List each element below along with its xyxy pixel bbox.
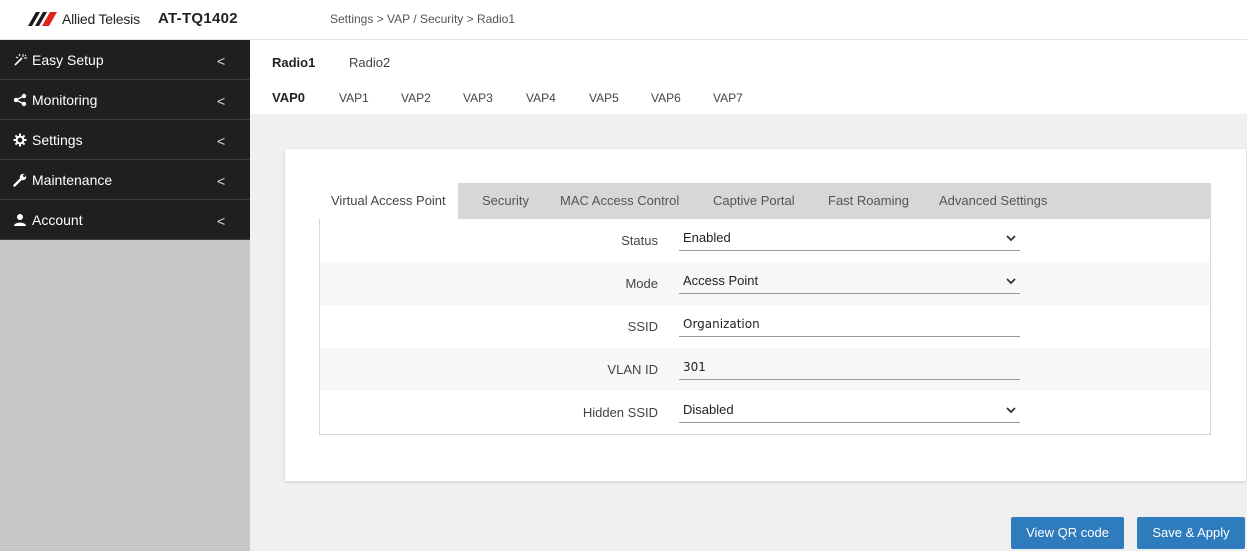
- hidden-ssid-select[interactable]: Disabled: [679, 397, 1020, 423]
- tab-vap1[interactable]: VAP1: [339, 91, 369, 105]
- status-select[interactable]: Enabled: [679, 225, 1020, 251]
- chevron-left-icon: <: [217, 133, 226, 149]
- sidebar-item-label: Monitoring: [32, 91, 98, 108]
- tab-vap3[interactable]: VAP3: [463, 91, 493, 105]
- ssid-row: SSID Organization: [320, 305, 1210, 348]
- hidden-ssid-label: Hidden SSID: [582, 405, 658, 420]
- sidebar-item-label: Settings: [32, 131, 83, 148]
- sidebar-item-account[interactable]: Account <: [0, 200, 250, 240]
- wrench-icon: [13, 173, 27, 187]
- tab-vap2[interactable]: VAP2: [401, 91, 431, 105]
- allied-telesis-logo: Allied Telesis: [28, 11, 140, 27]
- sidebar-item-settings[interactable]: Settings <: [0, 120, 250, 160]
- chevron-left-icon: <: [217, 53, 226, 69]
- sidebar-item-maintenance[interactable]: Maintenance <: [0, 160, 250, 200]
- vlan-id-input[interactable]: 301: [679, 354, 1020, 380]
- tab-vap7[interactable]: VAP7: [713, 91, 743, 105]
- tab-radio2[interactable]: Radio2: [349, 55, 390, 70]
- status-value: Enabled: [683, 230, 731, 245]
- tab-vap0[interactable]: VAP0: [272, 90, 305, 105]
- sidebar: Easy Setup < Monitoring < Settings < Mai…: [0, 40, 250, 551]
- tab-fast-roaming[interactable]: Fast Roaming: [816, 183, 921, 219]
- vap-form: Status Enabled Mode Access Point SSID Or…: [319, 219, 1211, 435]
- save-apply-button[interactable]: Save & Apply: [1137, 517, 1245, 549]
- share-icon: [13, 93, 27, 107]
- tab-virtual-access-point[interactable]: Virtual Access Point: [319, 183, 458, 219]
- vlan-id-label: VLAN ID: [607, 362, 658, 377]
- chevron-down-icon: [1006, 225, 1016, 260]
- tab-vap4[interactable]: VAP4: [526, 91, 556, 105]
- mode-value: Access Point: [683, 273, 759, 288]
- main-content: Radio1 Radio2 VAP0 VAP1 VAP2 VAP3 VAP4 V…: [250, 40, 1247, 551]
- mode-select[interactable]: Access Point: [679, 268, 1020, 294]
- ssid-label: SSID: [627, 319, 658, 334]
- magic-wand-icon: [13, 53, 27, 67]
- vap-settings-card: Virtual Access Point Security MAC Access…: [285, 149, 1246, 481]
- vap-tabs: VAP0 VAP1 VAP2 VAP3 VAP4 VAP5 VAP6 VAP7: [250, 82, 1247, 114]
- mode-row: Mode Access Point: [320, 262, 1210, 305]
- tab-advanced-settings[interactable]: Advanced Settings: [927, 183, 1059, 219]
- sidebar-item-label: Maintenance: [32, 171, 113, 188]
- tab-captive-portal[interactable]: Captive Portal: [701, 183, 807, 219]
- device-model: AT-TQ1402: [158, 10, 238, 27]
- chevron-left-icon: <: [217, 93, 226, 109]
- sidebar-nav: Easy Setup < Monitoring < Settings < Mai…: [0, 40, 250, 240]
- tab-vap6[interactable]: VAP6: [651, 91, 681, 105]
- settings-tabs: Virtual Access Point Security MAC Access…: [319, 183, 1211, 219]
- sidebar-item-label: Easy Setup: [32, 51, 104, 68]
- tab-mac-access-control[interactable]: MAC Access Control: [548, 183, 691, 219]
- breadcrumb: Settings > VAP / Security > Radio1: [330, 12, 515, 26]
- status-label: Status: [621, 233, 658, 248]
- tab-vap5[interactable]: VAP5: [589, 91, 619, 105]
- sidebar-item-easy-setup[interactable]: Easy Setup <: [0, 40, 250, 80]
- tab-security[interactable]: Security: [470, 183, 541, 219]
- chevron-left-icon: <: [217, 213, 226, 229]
- vlan-row: VLAN ID 301: [320, 348, 1210, 391]
- sidebar-item-label: Account: [32, 211, 83, 228]
- radio-tabs: Radio1 Radio2: [250, 40, 1247, 82]
- hidden-ssid-row: Hidden SSID Disabled: [320, 391, 1210, 434]
- top-header: Allied Telesis AT-TQ1402 Settings > VAP …: [0, 0, 1247, 40]
- chevron-down-icon: [1006, 268, 1016, 303]
- sidebar-item-monitoring[interactable]: Monitoring <: [0, 80, 250, 120]
- gear-icon: [13, 133, 27, 147]
- tab-radio1[interactable]: Radio1: [272, 55, 315, 70]
- user-icon: [13, 213, 27, 227]
- chevron-down-icon: [1006, 397, 1016, 432]
- logo-mark-icon: [28, 12, 57, 26]
- mode-label: Mode: [625, 276, 658, 291]
- chevron-left-icon: <: [217, 173, 226, 189]
- view-qr-code-button[interactable]: View QR code: [1011, 517, 1124, 549]
- brand-name: Allied Telesis: [62, 11, 140, 27]
- hidden-ssid-value: Disabled: [683, 402, 734, 417]
- status-row: Status Enabled: [320, 219, 1210, 262]
- ssid-input[interactable]: Organization: [679, 311, 1020, 337]
